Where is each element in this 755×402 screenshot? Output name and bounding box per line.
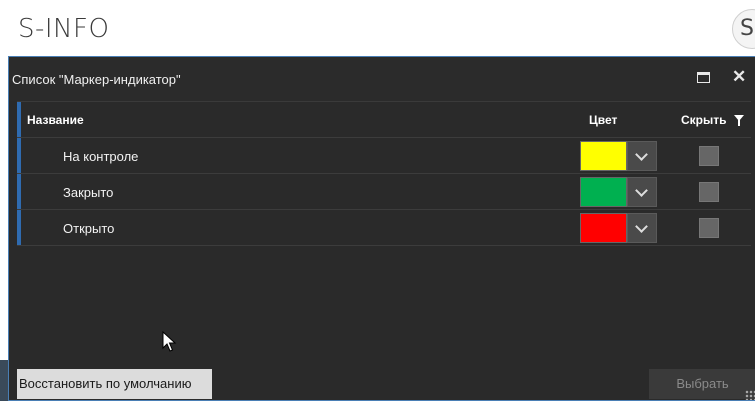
column-header-hide[interactable]: Скрыть (681, 113, 727, 127)
app-title: S-INFO (18, 14, 110, 44)
table-row[interactable]: На контроле (17, 138, 751, 174)
row-marker (17, 210, 21, 245)
chevron-down-icon[interactable] (627, 177, 657, 207)
column-header-name[interactable]: Название (27, 113, 84, 127)
column-header-color[interactable]: Цвет (589, 113, 617, 127)
color-swatch[interactable] (580, 213, 627, 243)
logo-letter: S (740, 16, 754, 41)
row-marker (17, 138, 21, 173)
chevron-down-icon[interactable] (627, 141, 657, 171)
row-name: На контроле (63, 149, 139, 164)
grid-header: Название Цвет Скрыть (17, 102, 751, 138)
marker-grid: Название Цвет Скрыть На контроле Закрыто… (17, 101, 751, 356)
maximize-icon[interactable] (697, 72, 710, 83)
close-icon[interactable]: ✕ (732, 67, 746, 87)
hide-checkbox[interactable] (699, 182, 719, 202)
filter-icon[interactable] (734, 115, 744, 126)
dialog-footer: Восстановить по умолчанию Выбрать (17, 369, 755, 402)
chevron-down-icon[interactable] (627, 213, 657, 243)
mouse-cursor-icon (162, 331, 177, 352)
color-swatch[interactable] (580, 177, 627, 207)
select-button[interactable]: Выбрать (649, 369, 755, 399)
row-name: Закрыто (63, 185, 114, 200)
restore-defaults-button[interactable]: Восстановить по умолчанию (17, 369, 212, 399)
hide-checkbox[interactable] (699, 146, 719, 166)
table-row[interactable]: Открыто (17, 210, 751, 246)
marker-indicator-dialog: Список "Маркер-индикатор" ✕ Название Цве… (8, 56, 755, 401)
hide-checkbox[interactable] (699, 218, 719, 238)
dialog-title: Список "Маркер-индикатор" (12, 72, 181, 87)
row-marker (17, 102, 21, 137)
row-name: Открыто (63, 221, 115, 236)
row-marker (17, 174, 21, 209)
color-swatch[interactable] (580, 141, 627, 171)
app-logo[interactable]: S• (732, 9, 755, 49)
resize-grip[interactable] (745, 390, 755, 400)
table-row[interactable]: Закрыто (17, 174, 751, 210)
dialog-titlebar[interactable]: Список "Маркер-индикатор" ✕ (9, 57, 755, 101)
